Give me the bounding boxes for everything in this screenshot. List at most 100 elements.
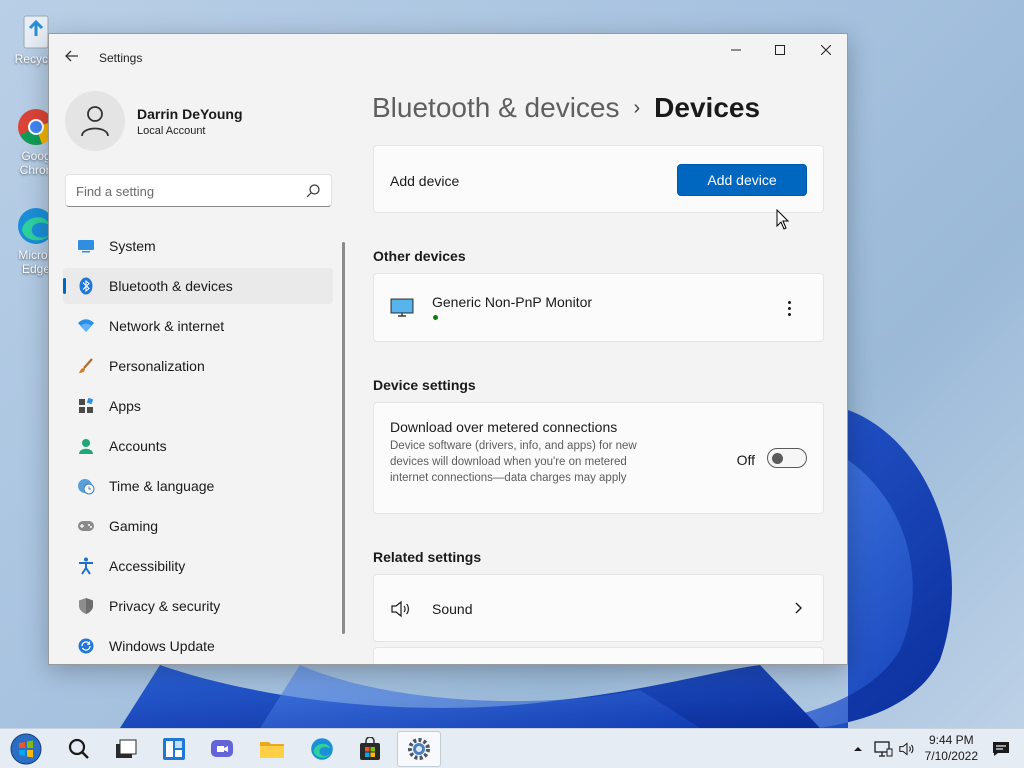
accessibility-icon bbox=[77, 557, 95, 575]
store-icon bbox=[360, 737, 380, 760]
sidebar-item-time-language[interactable]: Time & language bbox=[63, 468, 333, 504]
volume-icon[interactable] bbox=[898, 741, 916, 757]
settings-taskbar-button[interactable] bbox=[397, 731, 441, 767]
file-explorer-icon bbox=[260, 742, 284, 758]
sidebar-item-windows-update[interactable]: Windows Update bbox=[63, 628, 333, 664]
monitor-icon bbox=[77, 237, 95, 255]
sidebar-item-label: Time & language bbox=[109, 478, 215, 494]
related-setting-next[interactable] bbox=[373, 647, 824, 664]
maximize-button[interactable] bbox=[757, 34, 803, 66]
user-profile[interactable]: Darrin DeYoung Local Account bbox=[65, 91, 345, 151]
close-icon bbox=[821, 45, 831, 55]
breadcrumb: Bluetooth & devices › Devices bbox=[372, 92, 760, 128]
settings-window: Settings Darrin DeYoung Local Account Fi… bbox=[48, 33, 848, 665]
brush-icon bbox=[77, 357, 95, 375]
device-more-options-button[interactable] bbox=[779, 298, 799, 318]
clock[interactable]: 9:44 PM 7/10/2022 bbox=[925, 732, 978, 764]
bluetooth-icon bbox=[77, 277, 95, 295]
sidebar-item-personalization[interactable]: Personalization bbox=[63, 348, 333, 384]
store-button[interactable] bbox=[348, 731, 392, 767]
add-device-button[interactable]: Add device bbox=[677, 164, 807, 196]
sidebar-item-label: Accessibility bbox=[109, 558, 186, 574]
avatar bbox=[65, 91, 125, 151]
minimize-button[interactable] bbox=[713, 34, 759, 66]
breadcrumb-separator: › bbox=[633, 97, 641, 119]
search-input[interactable]: Find a setting bbox=[65, 174, 332, 207]
add-device-label: Add device bbox=[390, 173, 460, 189]
start-icon bbox=[10, 733, 42, 765]
breadcrumb-parent[interactable]: Bluetooth & devices bbox=[372, 92, 620, 123]
profile-name: Darrin DeYoung bbox=[137, 106, 243, 122]
other-devices-heading: Other devices bbox=[373, 248, 466, 264]
related-setting-sound[interactable]: Sound bbox=[373, 574, 824, 642]
sidebar-item-label: Accounts bbox=[109, 438, 167, 454]
device-settings-heading: Device settings bbox=[373, 377, 476, 393]
sidebar-item-privacy[interactable]: Privacy & security bbox=[63, 588, 333, 624]
edge-icon bbox=[311, 738, 333, 760]
sidebar-item-apps[interactable]: Apps bbox=[63, 388, 333, 424]
add-device-card: Add device Add device bbox=[373, 145, 824, 213]
monitor-icon bbox=[390, 298, 414, 317]
sidebar-item-accessibility[interactable]: Accessibility bbox=[63, 548, 333, 584]
profile-account-type: Local Account bbox=[137, 125, 206, 137]
update-icon bbox=[77, 637, 95, 655]
app-title: Settings bbox=[99, 51, 143, 65]
toggle-state-label: Off bbox=[736, 452, 755, 468]
task-view-button[interactable] bbox=[104, 731, 148, 767]
wifi-icon bbox=[77, 317, 95, 335]
close-button[interactable] bbox=[803, 34, 847, 66]
widgets-button[interactable] bbox=[152, 731, 196, 767]
start-button[interactable] bbox=[4, 731, 48, 767]
device-status-dot bbox=[433, 315, 438, 320]
sidebar-scrollbar[interactable] bbox=[342, 242, 345, 634]
back-button[interactable] bbox=[61, 48, 83, 70]
sidebar-item-accounts[interactable]: Accounts bbox=[63, 428, 333, 464]
edge-taskbar-button[interactable] bbox=[300, 731, 344, 767]
sidebar-item-gaming[interactable]: Gaming bbox=[63, 508, 333, 544]
file-explorer-button[interactable] bbox=[250, 731, 294, 767]
sidebar-item-bluetooth[interactable]: Bluetooth & devices bbox=[63, 268, 333, 304]
maximize-icon bbox=[775, 45, 785, 55]
network-icon[interactable] bbox=[873, 740, 893, 758]
metered-download-description: Device software (drivers, info, and apps… bbox=[390, 440, 637, 484]
sidebar-item-label: System bbox=[109, 238, 156, 254]
metered-download-card: Download over metered connections Device… bbox=[373, 402, 824, 514]
chat-button[interactable] bbox=[200, 731, 244, 767]
device-card-generic-monitor[interactable]: Generic Non-PnP Monitor bbox=[373, 273, 824, 342]
search-icon bbox=[68, 738, 89, 759]
toggle-knob bbox=[772, 453, 783, 464]
metered-download-toggle[interactable] bbox=[767, 448, 807, 468]
related-setting-label: Sound bbox=[432, 601, 473, 617]
settings-icon bbox=[408, 738, 430, 760]
apps-icon bbox=[77, 397, 95, 415]
clock-time: 9:44 PM bbox=[928, 733, 974, 747]
sidebar-item-system[interactable]: System bbox=[63, 228, 333, 264]
sidebar-item-network[interactable]: Network & internet bbox=[63, 308, 333, 344]
chevron-right-icon bbox=[795, 602, 802, 614]
metered-download-title: Download over metered connections bbox=[390, 419, 618, 435]
sidebar-item-label: Personalization bbox=[109, 358, 205, 374]
sidebar-nav: System Bluetooth & devices Network & int… bbox=[63, 228, 333, 664]
title-bar[interactable]: Settings bbox=[49, 34, 847, 82]
device-name: Generic Non-PnP Monitor bbox=[432, 294, 593, 310]
globe-clock-icon bbox=[77, 477, 95, 495]
task-view-icon bbox=[116, 739, 137, 758]
chat-icon bbox=[211, 740, 233, 757]
related-settings-heading: Related settings bbox=[373, 549, 482, 565]
taskbar-search-button[interactable] bbox=[56, 731, 100, 767]
sidebar-item-label: Windows Update bbox=[109, 638, 215, 654]
notifications-icon[interactable] bbox=[992, 741, 1010, 757]
sidebar-item-label: Gaming bbox=[109, 518, 159, 534]
clock-date: 7/10/2022 bbox=[924, 749, 978, 763]
show-hidden-icons-icon[interactable] bbox=[853, 745, 863, 753]
gamepad-icon bbox=[77, 517, 95, 535]
person-icon bbox=[81, 106, 109, 137]
widgets-icon bbox=[163, 738, 185, 760]
taskbar: 9:44 PM 7/10/2022 bbox=[0, 728, 1024, 768]
sidebar-item-label: Bluetooth & devices bbox=[109, 278, 233, 294]
sidebar-item-label: Network & internet bbox=[109, 318, 225, 334]
person-icon bbox=[77, 437, 95, 455]
sidebar-item-label: Privacy & security bbox=[109, 598, 221, 614]
page-title: Devices bbox=[654, 92, 761, 123]
sidebar-item-label: Apps bbox=[109, 398, 141, 414]
